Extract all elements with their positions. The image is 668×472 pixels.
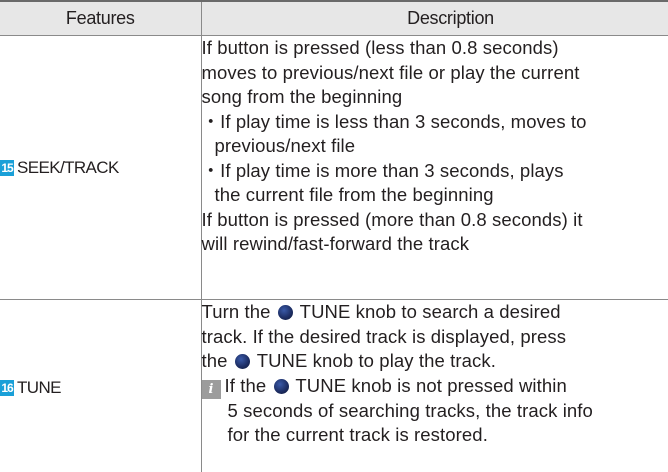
features-table: Features Description 15 SEEK/TRACK If but… — [0, 0, 668, 472]
note-continuation: 5 seconds of searching tracks, the track… — [227, 399, 593, 421]
desc-line: If button is pressed (less than 0.8 seco… — [201, 37, 559, 58]
desc-line: track. If the desired track is displayed… — [201, 325, 567, 347]
header-description: Description — [200, 0, 668, 36]
bullet-item-continuation: previous/next file — [214, 135, 356, 156]
desc-line: song from the beginning — [201, 86, 403, 107]
feature-name: SEEK/TRACK — [17, 157, 119, 177]
note-line: i If the TUNE knob is not pressed within — [201, 374, 668, 399]
desc-line: moves to previous/next file or play the … — [201, 61, 580, 83]
note-continuation: for the current track is restored. — [227, 424, 488, 445]
number-badge: 16 — [0, 379, 14, 396]
note-text: TUNE knob is not pressed within — [295, 374, 567, 396]
tune-knob-icon — [273, 378, 289, 394]
feature-cell-tune: 16 TUNE — [0, 299, 202, 472]
desc-line: Turn the TUNE knob to search a desired — [202, 300, 668, 325]
note-text: If the — [224, 374, 267, 396]
number-badge: 15 — [0, 159, 14, 176]
desc-line: the TUNE knob to play the track. — [202, 349, 668, 374]
description-cell-seek-track: If button is pressed (less than 0.8 seco… — [200, 35, 668, 300]
manual-page: Features Description 15 SEEK/TRACK If but… — [0, 0, 668, 472]
bullet-item: ・If play time is more than 3 seconds, pl… — [201, 159, 564, 181]
bullet-item-continuation: the current file from the beginning — [214, 184, 494, 205]
header-features: Features — [0, 0, 202, 36]
desc-line: will rewind/fast-forward the track — [201, 233, 470, 254]
table-row: 16 TUNE Turn the TUNE knob to search a de… — [0, 299, 668, 472]
info-icon: i — [201, 379, 221, 399]
desc-line: If button is pressed (more than 0.8 seco… — [201, 208, 583, 230]
feature-cell-seek-track: 15 SEEK/TRACK — [0, 35, 202, 300]
desc-text: the — [201, 350, 228, 371]
bullet-item: ・If play time is less than 3 seconds, mo… — [201, 110, 587, 132]
description-cell-tune: Turn the TUNE knob to search a desired t… — [200, 299, 668, 472]
feature-name: TUNE — [17, 377, 61, 397]
table-row: 15 SEEK/TRACK If button is pressed (less … — [0, 35, 668, 300]
tune-knob-icon — [234, 354, 250, 369]
desc-text: TUNE knob to search a desired — [299, 301, 561, 322]
desc-text: TUNE knob to play the track. — [256, 350, 496, 371]
table-header-row: Features Description — [0, 0, 668, 36]
tune-knob-icon — [277, 305, 293, 320]
desc-text: Turn the — [201, 301, 271, 322]
